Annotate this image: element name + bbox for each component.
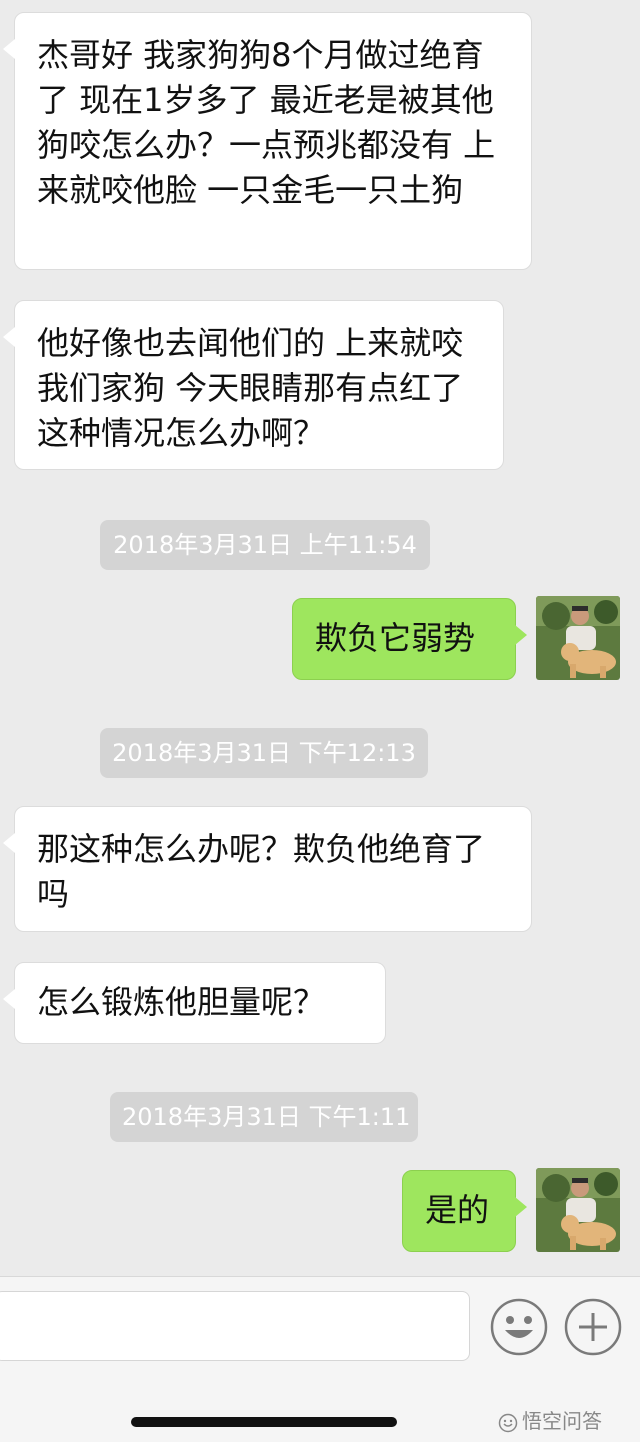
incoming-message[interactable]: 杰哥好 我家狗狗8个月做过绝育了 现在1岁多了 最近老是被其他狗咬怎么办？一点预… bbox=[3, 12, 532, 270]
outgoing-message[interactable]: 是的 bbox=[402, 1170, 527, 1252]
message-text: 怎么锻炼他胆量呢？ bbox=[37, 983, 326, 1021]
bubble-tail bbox=[3, 327, 15, 347]
bubble-tail bbox=[3, 989, 15, 1009]
timestamp-text: 2018年3月31日 下午1:11 bbox=[122, 1103, 411, 1131]
incoming-message[interactable]: 怎么锻炼他胆量呢？ bbox=[3, 962, 386, 1044]
watermark-text: 悟空问答 bbox=[522, 1409, 602, 1433]
more-button[interactable] bbox=[564, 1298, 622, 1356]
timestamp: 2018年3月31日 下午12:13 bbox=[100, 728, 428, 778]
timestamp: 2018年3月31日 下午1:11 bbox=[110, 1092, 418, 1142]
message-text: 杰哥好 我家狗狗8个月做过绝育了 现在1岁多了 最近老是被其他狗咬怎么办？一点预… bbox=[37, 36, 496, 209]
input-bar: 悟空问答 bbox=[0, 1276, 640, 1442]
chat-window: 杰哥好 我家狗狗8个月做过绝育了 现在1岁多了 最近老是被其他狗咬怎么办？一点预… bbox=[0, 0, 640, 1442]
watermark: 悟空问答 bbox=[498, 1409, 602, 1433]
message-text: 是的 bbox=[425, 1191, 490, 1229]
bubble-tail bbox=[515, 1197, 527, 1217]
message-text: 那这种怎么办呢？欺负他绝育了吗 bbox=[37, 830, 486, 913]
home-indicator[interactable] bbox=[131, 1417, 397, 1427]
timestamp-text: 2018年3月31日 下午12:13 bbox=[112, 739, 416, 767]
message-text: 他好像也去闻他们的 上来就咬我们家狗 今天眼睛那有点红了 这种情况怎么办啊？ bbox=[37, 324, 464, 452]
emoji-button[interactable] bbox=[490, 1298, 548, 1356]
bubble-tail bbox=[3, 833, 15, 853]
message-input[interactable] bbox=[0, 1291, 470, 1361]
message-text: 欺负它弱势 bbox=[315, 619, 476, 657]
plus-icon bbox=[564, 1298, 622, 1356]
watermark-logo-icon bbox=[498, 1413, 518, 1432]
bubble-tail bbox=[3, 39, 15, 59]
bubble-tail bbox=[515, 625, 527, 645]
outgoing-message[interactable]: 欺负它弱势 bbox=[292, 598, 527, 680]
avatar[interactable] bbox=[536, 596, 620, 680]
avatar-photo bbox=[536, 596, 620, 680]
avatar-photo bbox=[536, 1168, 620, 1252]
incoming-message[interactable]: 他好像也去闻他们的 上来就咬我们家狗 今天眼睛那有点红了 这种情况怎么办啊？ bbox=[3, 300, 504, 470]
timestamp-text: 2018年3月31日 上午11:54 bbox=[113, 531, 417, 559]
incoming-message[interactable]: 那这种怎么办呢？欺负他绝育了吗 bbox=[3, 806, 532, 932]
timestamp: 2018年3月31日 上午11:54 bbox=[100, 520, 430, 570]
emoji-icon bbox=[490, 1298, 548, 1356]
avatar[interactable] bbox=[536, 1168, 620, 1252]
